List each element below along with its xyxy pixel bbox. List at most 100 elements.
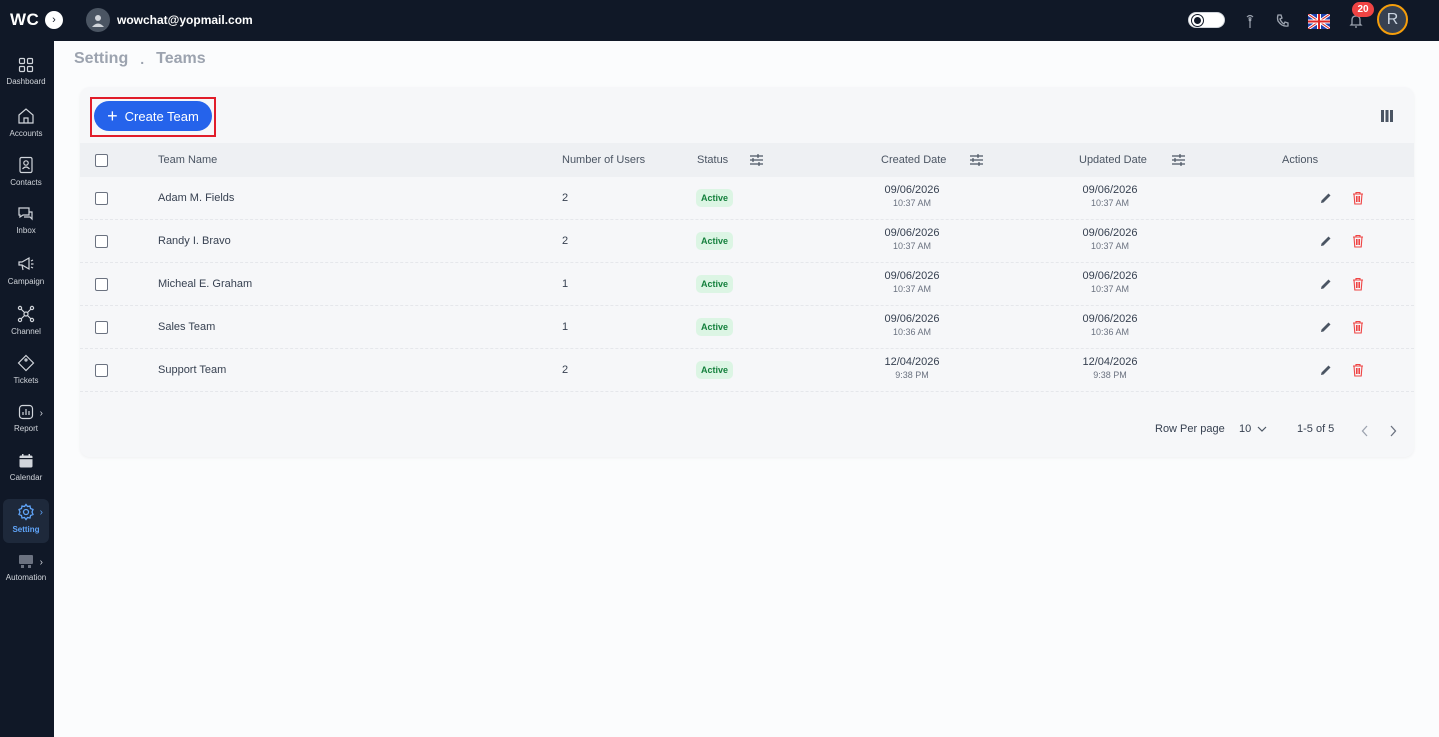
created-date: 09/06/2026 10:36 AM [872,313,952,337]
signal-icon[interactable] [1240,11,1260,31]
header-team-name[interactable]: Team Name [158,154,217,166]
sidebar-item-calendar[interactable]: Calendar [3,449,49,493]
table-row: Sales Team 1 Active 09/06/2026 10:36 AM 0… [80,306,1414,349]
sidebar-item-label: Campaign [7,277,45,286]
updated-date-value: 09/06/2026 [1082,270,1138,282]
chevron-left-icon[interactable] [1361,425,1369,437]
filter-icon[interactable] [1171,153,1186,167]
header-status[interactable]: Status [697,154,728,166]
dashboard-icon [18,57,34,73]
status-badge: Active [696,232,734,250]
updated-time-value: 10:37 AM [1090,284,1130,294]
status-badge: Active [696,275,734,293]
chat-icon [18,207,33,221]
sidebar-item-accounts[interactable]: Accounts [3,103,49,147]
table-row: Randy I. Bravo 2 Active 09/06/2026 10:37 … [80,220,1414,263]
user-count: 2 [562,235,569,247]
sidebar-toggle-button[interactable]: › [45,11,63,29]
created-date-value: 12/04/2026 [884,356,940,368]
user-avatar-icon[interactable] [86,8,110,32]
rows-per-page-label: Row Per page [1155,423,1225,435]
row-checkbox[interactable] [95,235,108,248]
chevron-right-icon[interactable] [1389,425,1397,437]
uk-flag-icon[interactable] [1308,11,1330,31]
created-time-value: 10:37 AM [892,284,932,294]
calendar-icon [19,454,33,468]
team-name: Randy I. Bravo [158,235,231,247]
megaphone-icon [18,256,34,271]
sidebar-item-label: Inbox [16,226,36,235]
header-number-of-users[interactable]: Number of Users [562,154,645,166]
header-created-date[interactable]: Created Date [881,154,946,166]
sidebar-item-campaign[interactable]: Campaign [3,251,49,295]
rows-per-page-select[interactable]: 10 [1239,423,1267,435]
delete-icon[interactable] [1352,191,1364,205]
gear-icon [18,503,34,521]
updated-date-value: 12/04/2026 [1082,356,1138,368]
sidebar: Dashboard Accounts Contacts Inbox Campai… [0,41,54,737]
created-date-value: 09/06/2026 [884,313,940,325]
breadcrumb-separator: . [140,51,145,67]
sidebar-item-label: Automation [5,573,47,582]
breadcrumb-parent[interactable]: Setting [74,50,128,68]
user-email[interactable]: wowchat@yopmail.com [117,13,253,27]
created-date-value: 09/06/2026 [884,184,940,196]
created-time-value: 9:38 PM [895,370,929,380]
header-updated-date[interactable]: Updated Date [1079,154,1147,166]
delete-icon[interactable] [1352,234,1364,248]
updated-date: 09/06/2026 10:37 AM [1070,270,1150,294]
updated-date: 09/06/2026 10:37 AM [1070,184,1150,208]
theme-toggle[interactable] [1188,12,1225,28]
row-checkbox[interactable] [95,321,108,334]
team-name: Adam M. Fields [158,192,235,204]
sidebar-item-tickets[interactable]: Tickets [3,350,49,394]
sidebar-item-automation[interactable]: › Automation [3,549,49,593]
main-content: Setting . Teams + Create Team Team Name … [54,41,1439,737]
edit-icon[interactable] [1319,191,1333,205]
phone-icon[interactable] [1273,11,1293,31]
row-checkbox[interactable] [95,192,108,205]
breadcrumb: Setting . Teams [74,50,206,68]
delete-icon[interactable] [1352,363,1364,377]
created-date: 09/06/2026 10:37 AM [872,227,952,251]
delete-icon[interactable] [1352,277,1364,291]
edit-icon[interactable] [1319,234,1333,248]
sidebar-item-label: Contacts [10,178,42,187]
filter-icon[interactable] [749,153,764,167]
delete-icon[interactable] [1352,320,1364,334]
plus-icon: + [107,106,118,126]
row-checkbox[interactable] [95,278,108,291]
create-team-button[interactable]: + Create Team [94,101,212,131]
create-team-label: Create Team [124,108,199,124]
sidebar-item-dashboard[interactable]: Dashboard [3,53,49,97]
created-date: 09/06/2026 10:37 AM [872,270,952,294]
notification-badge: 20 [1352,2,1374,17]
table-header: Team Name Number of Users Status Created… [80,143,1414,177]
top-bar: WC › wowchat@yopmail.com 20 R [0,0,1439,41]
sidebar-item-setting[interactable]: › Setting [3,499,49,543]
team-name: Micheal E. Graham [158,278,253,290]
profile-avatar[interactable]: R [1377,4,1408,35]
user-count: 2 [562,192,569,204]
pagination-range: 1-5 of 5 [1297,423,1335,435]
rows-per-page-value: 10 [1239,423,1252,435]
sidebar-item-label: Tickets [13,376,39,385]
select-all-checkbox[interactable] [95,154,108,167]
filter-icon[interactable] [969,153,984,167]
created-date-value: 09/06/2026 [884,270,940,282]
sidebar-item-contacts[interactable]: Contacts [3,152,49,196]
edit-icon[interactable] [1319,277,1333,291]
row-checkbox[interactable] [95,364,108,377]
header-actions: Actions [1282,154,1319,166]
app-logo[interactable]: WC [10,10,39,30]
sidebar-item-channel[interactable]: Channel [3,301,49,345]
report-icon [18,404,34,420]
columns-icon[interactable] [1380,109,1394,128]
edit-icon[interactable] [1319,320,1333,334]
created-date: 09/06/2026 10:37 AM [872,184,952,208]
edit-icon[interactable] [1319,363,1333,377]
sidebar-item-report[interactable]: › Report [3,400,49,444]
chevron-right-icon: › [39,557,43,568]
sidebar-item-inbox[interactable]: Inbox [3,202,49,246]
team-name: Sales Team [158,321,216,333]
